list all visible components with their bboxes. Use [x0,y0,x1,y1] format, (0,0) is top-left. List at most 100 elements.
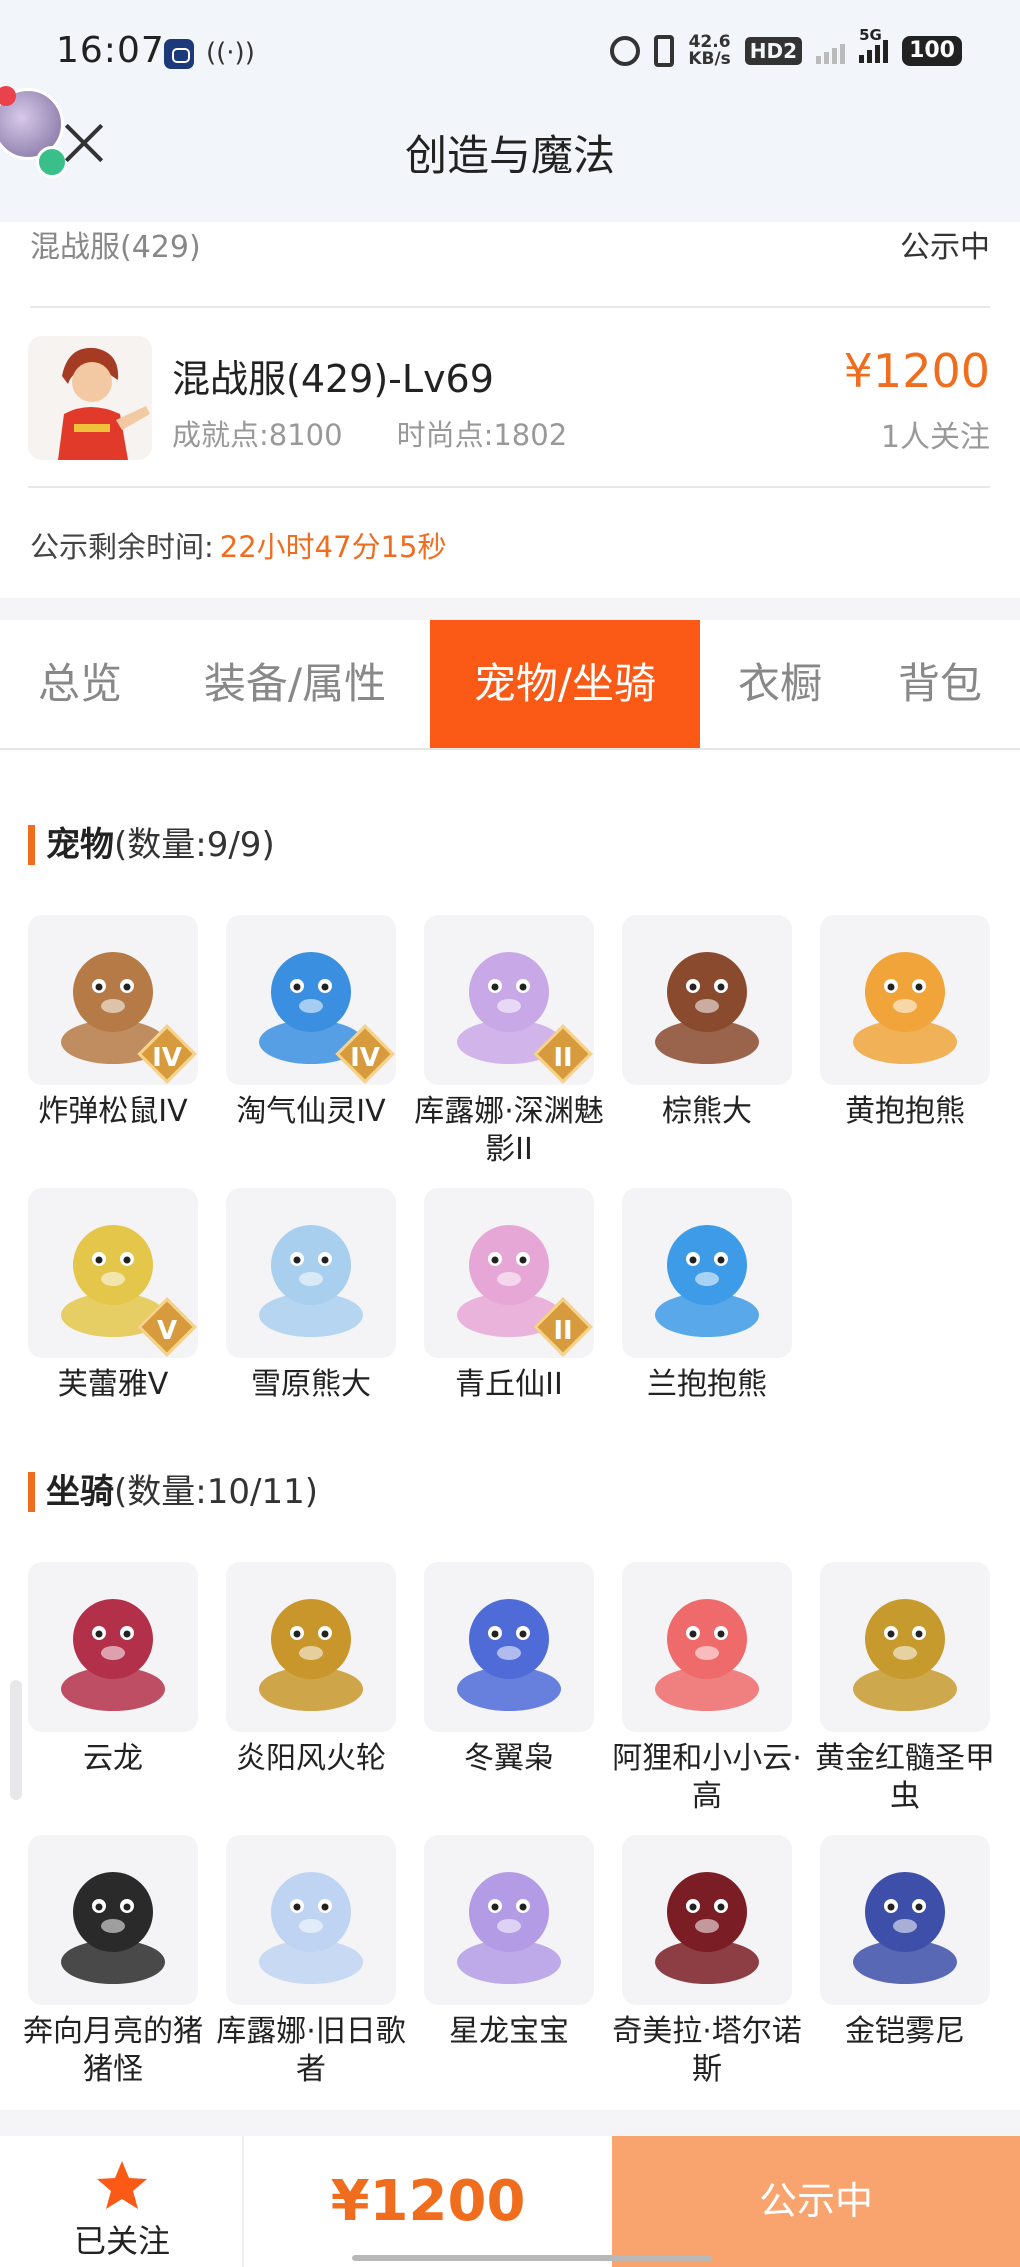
scroll-indicator[interactable] [10,1680,22,1800]
rank-label: V [156,1316,178,1346]
mounts-image [424,1835,594,2005]
mounts-name: 炎阳风火轮 [236,1741,386,1776]
rank-label: II [553,1316,573,1346]
pets-image [820,915,990,1085]
bottom-price: ¥1200 [330,2169,526,2234]
battery-icon: 100 [902,36,962,66]
pets-image: II [424,915,594,1085]
server-row: 混战服(429) 公示中 [30,222,990,308]
page-title: 创造与魔法 [404,131,615,180]
tab-pets-mounts[interactable]: 宠物/坐骑 [430,620,700,748]
star-icon [97,2161,147,2209]
alarm-icon [610,36,641,66]
status-bar: 16:07 ((·)) 42.6 KB/s HD2 5G 100 [0,0,1020,100]
remaining-time: 公示剩余时间: 22小时47分15秒 [30,524,447,566]
account-info: 混战服(429) 公示中 混战服(429)-Lv69 成就点:8100 时尚点:1… [0,222,1020,598]
signal-5g-label: 5G [859,25,882,44]
pets-image [226,1188,396,1358]
pets-name: 芙蕾雅V [57,1367,169,1402]
signal-bars-icon [816,38,846,64]
mounts-item[interactable]: 奇美拉·塔尔诺斯 [612,1835,802,2089]
mounts-image [820,1835,990,2005]
mounts-item[interactable]: 金铠雾尼 [820,1835,990,2051]
pets-name: 兰抱抱熊 [647,1367,767,1402]
pets-name: 青丘仙II [455,1367,563,1402]
pets-item[interactable]: 雪原熊大 [226,1188,396,1404]
mounts-name: 奔向月亮的猪猪怪 [23,2014,203,2087]
mounts-item[interactable]: 冬翼枭 [424,1562,594,1778]
tab-wardrobe[interactable]: 衣橱 [710,620,850,748]
pets-item[interactable]: IV 淘气仙灵IV [226,915,396,1131]
top-area: 16:07 ((·)) 42.6 KB/s HD2 5G 100 创造与魔法 [0,0,1020,222]
mounts-name: 奇美拉·塔尔诺斯 [612,2014,802,2087]
mounts-name: 冬翼枭 [464,1741,554,1776]
pets-item[interactable]: II 青丘仙II [424,1188,594,1404]
rank-label: II [553,1043,573,1073]
remaining-label: 公示剩余时间: [30,530,214,564]
mounts-image [226,1562,396,1732]
pets-image [622,915,792,1085]
pets-item[interactable]: V 芙蕾雅V [28,1188,198,1404]
pets-image: IV [28,915,198,1085]
pets-image: IV [226,915,396,1085]
net-speed-unit: KB/s [688,49,731,69]
follower-count: 1人关注 [880,420,990,455]
mounts-item[interactable]: 奔向月亮的猪猪怪 [23,1835,203,2089]
pets-item[interactable]: IV 炸弹松鼠IV [28,915,198,1131]
mounts-name: 云龙 [83,1741,143,1776]
remaining-value: 22小时47分15秒 [219,530,447,564]
mounts-item[interactable]: 云龙 [28,1562,198,1778]
mounts-item[interactable]: 炎阳风火轮 [226,1562,396,1778]
net-speed: 42.6 KB/s [688,34,730,68]
cast-icon: ((·)) [206,38,255,68]
listing-state: 公示中 [900,230,990,265]
tab-equipment[interactable]: 装备/属性 [170,620,420,748]
pets-name: 棕熊大 [662,1094,752,1129]
mounts-image [226,1835,396,2005]
mounts-name: 阿狸和小小云·高 [612,1741,802,1814]
mounts-grid: 云龙 炎阳风火轮 冬翼枭 阿狸和小小云·高 黄金红髓圣甲虫奔向月亮的猪猪怪 库露娜·旧日歌… [23,1562,1000,2102]
hd-badge: HD2 [744,37,803,65]
account-stats: 成就点:8100 时尚点:1802 [172,412,567,454]
account-name: 混战服(429)-Lv69 [172,357,494,401]
pets-item[interactable]: 黄抱抱熊 [820,915,990,1131]
mounts-section-title: 坐骑(数量:10/11) [28,1470,318,1514]
mounts-image [28,1562,198,1732]
divider [0,598,1020,620]
pets-name: 黄抱抱熊 [845,1094,965,1129]
tab-backpack[interactable]: 背包 [870,620,1010,748]
mounts-title: 坐骑 [46,1472,114,1512]
pets-section-title: 宠物(数量:9/9) [28,823,275,867]
status-icons: 42.6 KB/s HD2 5G 100 [610,26,962,68]
follow-button[interactable]: 已关注 [0,2136,244,2267]
tab-overview[interactable]: 总览 [0,620,160,748]
achievement-points: 成就点:8100 [172,418,343,452]
pets-item[interactable]: 棕熊大 [622,915,792,1131]
mounts-item[interactable]: 黄金红髓圣甲虫 [815,1562,995,1816]
fashion-points: 时尚点:1802 [396,418,568,452]
mounts-image [28,1835,198,2005]
status-button[interactable]: 公示中 [612,2136,1020,2267]
avatar [28,336,152,460]
mounts-image [820,1562,990,1732]
mounts-item[interactable]: 阿狸和小小云·高 [612,1562,802,1816]
mounts-image [424,1562,594,1732]
mounts-item[interactable]: 库露娜·旧日歌者 [216,1835,406,2089]
mounts-name: 库露娜·旧日歌者 [216,2014,406,2087]
pets-name: 淘气仙灵IV [236,1094,386,1129]
notification-app-icon [164,39,194,69]
pets-item[interactable]: 兰抱抱熊 [622,1188,792,1404]
pets-grid: IV 炸弹松鼠IV IV 淘气仙灵IV II 库露娜·深渊魅影II 棕熊大 黄抱抱熊 V 芙蕾雅V… [28,915,1000,1415]
mounts-name: 金铠雾尼 [845,2014,965,2049]
account-card[interactable]: 混战服(429)-Lv69 成就点:8100 时尚点:1802 ¥1200 1人关… [28,308,990,488]
pets-image [622,1188,792,1358]
home-indicator [352,2255,712,2261]
bottom-bar: 已关注 ¥1200 公示中 [0,2136,1020,2267]
pets-name: 库露娜·深渊魅影II [414,1094,604,1167]
pets-item[interactable]: II 库露娜·深渊魅影II [414,915,604,1169]
mounts-item[interactable]: 星龙宝宝 [424,1835,594,2051]
pets-name: 炸弹松鼠IV [38,1094,188,1129]
pets-image: V [28,1188,198,1358]
follow-label: 已关注 [73,2222,170,2260]
tab-bar: 总览 装备/属性 宠物/坐骑 衣橱 背包 [0,620,1020,750]
